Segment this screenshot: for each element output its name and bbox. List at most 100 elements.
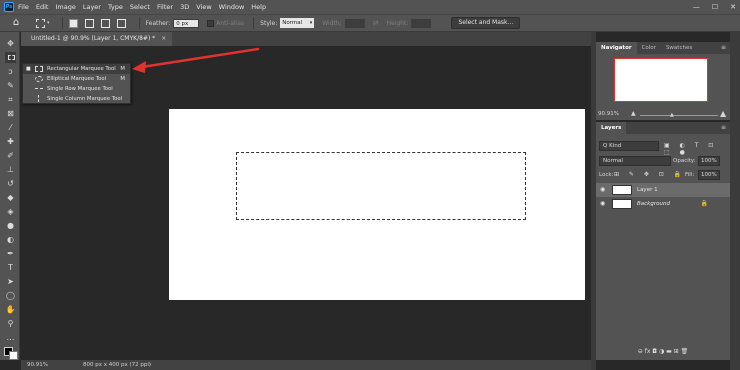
panel-menu-icon[interactable]: ≡ xyxy=(721,42,726,54)
layer-name[interactable]: Layer 1 xyxy=(637,183,658,197)
menu-view[interactable]: View xyxy=(196,3,211,11)
move-tool-icon[interactable]: ✥ xyxy=(5,38,16,49)
status-menu-arrow-icon[interactable]: › xyxy=(149,360,151,370)
crop-tool-icon[interactable]: ⌗ xyxy=(5,94,16,105)
path-selection-tool-icon[interactable]: ➤ xyxy=(5,276,16,287)
clone-stamp-tool-icon[interactable]: ⊥ xyxy=(5,164,16,175)
lasso-tool-icon[interactable]: ↄ xyxy=(5,66,16,77)
blur-tool-icon[interactable]: ● xyxy=(5,220,16,231)
layer-filter-icons[interactable]: ▣ ◐ T ⊡ ⬚ ● xyxy=(664,142,730,156)
eyedropper-tool-icon[interactable]: ⁄ xyxy=(5,122,16,133)
edit-toolbar-icon[interactable]: … xyxy=(5,332,16,343)
maximize-icon[interactable]: ☐ xyxy=(712,3,718,11)
feather-input[interactable]: 0 px xyxy=(173,18,200,28)
menu-select[interactable]: Select xyxy=(130,3,150,11)
intersect-selection-icon[interactable] xyxy=(116,18,126,28)
menu-layer[interactable]: Layer xyxy=(83,3,101,11)
tab-color[interactable]: Color xyxy=(637,42,661,54)
subtract-from-selection-icon[interactable] xyxy=(100,18,110,28)
eraser-tool-icon[interactable]: ◆ xyxy=(5,192,16,203)
new-selection-icon[interactable] xyxy=(68,18,78,28)
document-tab[interactable]: Untitled-1 @ 90.9% (Layer 1, CMYK/8#) * × xyxy=(21,32,173,46)
blend-mode-select[interactable]: Normal xyxy=(599,156,671,166)
type-tool-icon[interactable]: T xyxy=(5,262,16,273)
visibility-eye-icon[interactable]: ◉ xyxy=(600,200,605,207)
zoom-slider[interactable] xyxy=(640,115,718,116)
document-tab-title: Untitled-1 @ 90.9% (Layer 1, CMYK/8#) * xyxy=(31,35,156,42)
visibility-eye-icon[interactable]: ◉ xyxy=(600,186,605,193)
window-controls: — ☐ ✕ xyxy=(693,0,736,14)
zoom-slider-knob[interactable]: ▲ xyxy=(670,112,674,118)
menu-edit[interactable]: Edit xyxy=(36,3,49,11)
layer-lock-icon[interactable]: 🔒 xyxy=(701,197,708,211)
pen-tool-icon[interactable]: ✒ xyxy=(5,248,16,259)
spot-healing-tool-icon[interactable]: ✚ xyxy=(5,136,16,147)
height-input[interactable] xyxy=(411,18,432,28)
menu-type[interactable]: Type xyxy=(108,3,123,11)
photoshop-logo-icon[interactable]: Ps xyxy=(4,2,14,12)
layers-panel-tabs: Layers ≡ xyxy=(596,122,730,134)
menu-3d[interactable]: 3D xyxy=(180,3,189,11)
tab-navigator[interactable]: Navigator xyxy=(596,42,637,54)
divider xyxy=(253,17,255,29)
layer-name[interactable]: Background xyxy=(637,197,670,211)
navigator-preview[interactable] xyxy=(614,58,708,102)
fill-label: Fill: xyxy=(685,172,695,178)
menu-help[interactable]: Help xyxy=(251,3,266,11)
tab-layers[interactable]: Layers xyxy=(596,122,627,134)
layer-thumbnail[interactable] xyxy=(612,199,632,209)
layer-thumbnail[interactable] xyxy=(612,185,632,195)
rectangular-selection[interactable] xyxy=(236,152,526,220)
history-brush-tool-icon[interactable]: ↺ xyxy=(5,178,16,189)
fill-input[interactable]: 100% xyxy=(698,170,720,180)
lock-icons[interactable]: ⊞ ✎ ✥ ⊡ 🔒 xyxy=(614,171,685,178)
select-and-mask-button[interactable]: Select and Mask... xyxy=(451,17,521,29)
navigator-zoom-value[interactable]: 90.91% xyxy=(598,111,619,117)
panel-menu-icon[interactable]: ≡ xyxy=(721,122,726,134)
ellipse-tool-icon[interactable]: ◯ xyxy=(5,290,16,301)
zoom-tool-icon[interactable]: ⚲ xyxy=(5,318,16,329)
style-select[interactable]: Normal xyxy=(280,18,315,28)
selected-mark-icon: ■ xyxy=(26,66,31,72)
feather-label: Feather: xyxy=(145,19,171,27)
menu-filter[interactable]: Filter xyxy=(157,3,173,11)
flyout-item-elliptical-marquee[interactable]: Elliptical Marquee Tool M xyxy=(23,74,130,84)
zoom-out-icon[interactable]: ▲ xyxy=(631,110,636,117)
quick-selection-tool-icon[interactable]: ✎ xyxy=(5,80,16,91)
menu-file[interactable]: File xyxy=(18,3,29,11)
frame-tool-icon[interactable]: ⊠ xyxy=(5,108,16,119)
chevron-down-icon[interactable]: ▾ xyxy=(47,20,50,26)
opacity-input[interactable]: 100% xyxy=(698,156,720,166)
zoom-in-icon[interactable]: ▲ xyxy=(720,109,726,118)
layers-footer-toolbar[interactable]: ⊖ fx ◘ ◑ ▬ ⊞ 🗑 xyxy=(596,346,730,358)
layer-row-layer-1[interactable]: ◉ Layer 1 xyxy=(596,183,730,197)
navigator-panel-tabs: Navigator Color Swatches ≡ xyxy=(596,42,730,54)
marquee-preset-icon[interactable] xyxy=(36,18,45,28)
flyout-item-single-row-marquee[interactable]: Single Row Marquee Tool xyxy=(23,84,130,94)
menu-image[interactable]: Image xyxy=(55,3,75,11)
dodge-tool-icon[interactable]: ◐ xyxy=(5,234,16,245)
tab-swatches[interactable]: Swatches xyxy=(661,42,697,54)
status-bar: 90.91% 800 px x 400 px (72 ppi) › xyxy=(21,360,591,370)
add-to-selection-icon[interactable] xyxy=(84,18,94,28)
hand-tool-icon[interactable]: ✋ xyxy=(5,304,16,315)
layer-row-background[interactable]: ◉ Background 🔒 xyxy=(596,197,730,211)
flyout-item-rectangular-marquee[interactable]: ■ Rectangular Marquee Tool M xyxy=(23,64,130,74)
style-label: Style: xyxy=(260,19,278,27)
flyout-item-single-column-marquee[interactable]: Single Column Marquee Tool xyxy=(23,94,130,104)
antialias-checkbox[interactable] xyxy=(207,19,215,27)
home-icon[interactable]: ⌂ xyxy=(10,17,22,29)
background-color-swatch[interactable] xyxy=(9,351,18,360)
layer-filter-kind-select[interactable]: Q Kind xyxy=(599,141,659,151)
status-zoom[interactable]: 90.91% xyxy=(27,360,48,370)
close-tab-icon[interactable]: × xyxy=(161,35,166,42)
brush-tool-icon[interactable]: ✐ xyxy=(5,150,16,161)
swap-icon[interactable]: ⇄ xyxy=(373,19,379,27)
paint-bucket-tool-icon[interactable]: ◈ xyxy=(5,206,16,217)
single-column-marquee-icon xyxy=(38,95,39,102)
menu-window[interactable]: Window xyxy=(219,3,245,11)
width-input[interactable] xyxy=(344,18,365,28)
minimize-icon[interactable]: — xyxy=(693,3,700,11)
rectangular-marquee-tool-icon[interactable] xyxy=(5,52,16,63)
close-icon[interactable]: ✕ xyxy=(730,3,736,11)
